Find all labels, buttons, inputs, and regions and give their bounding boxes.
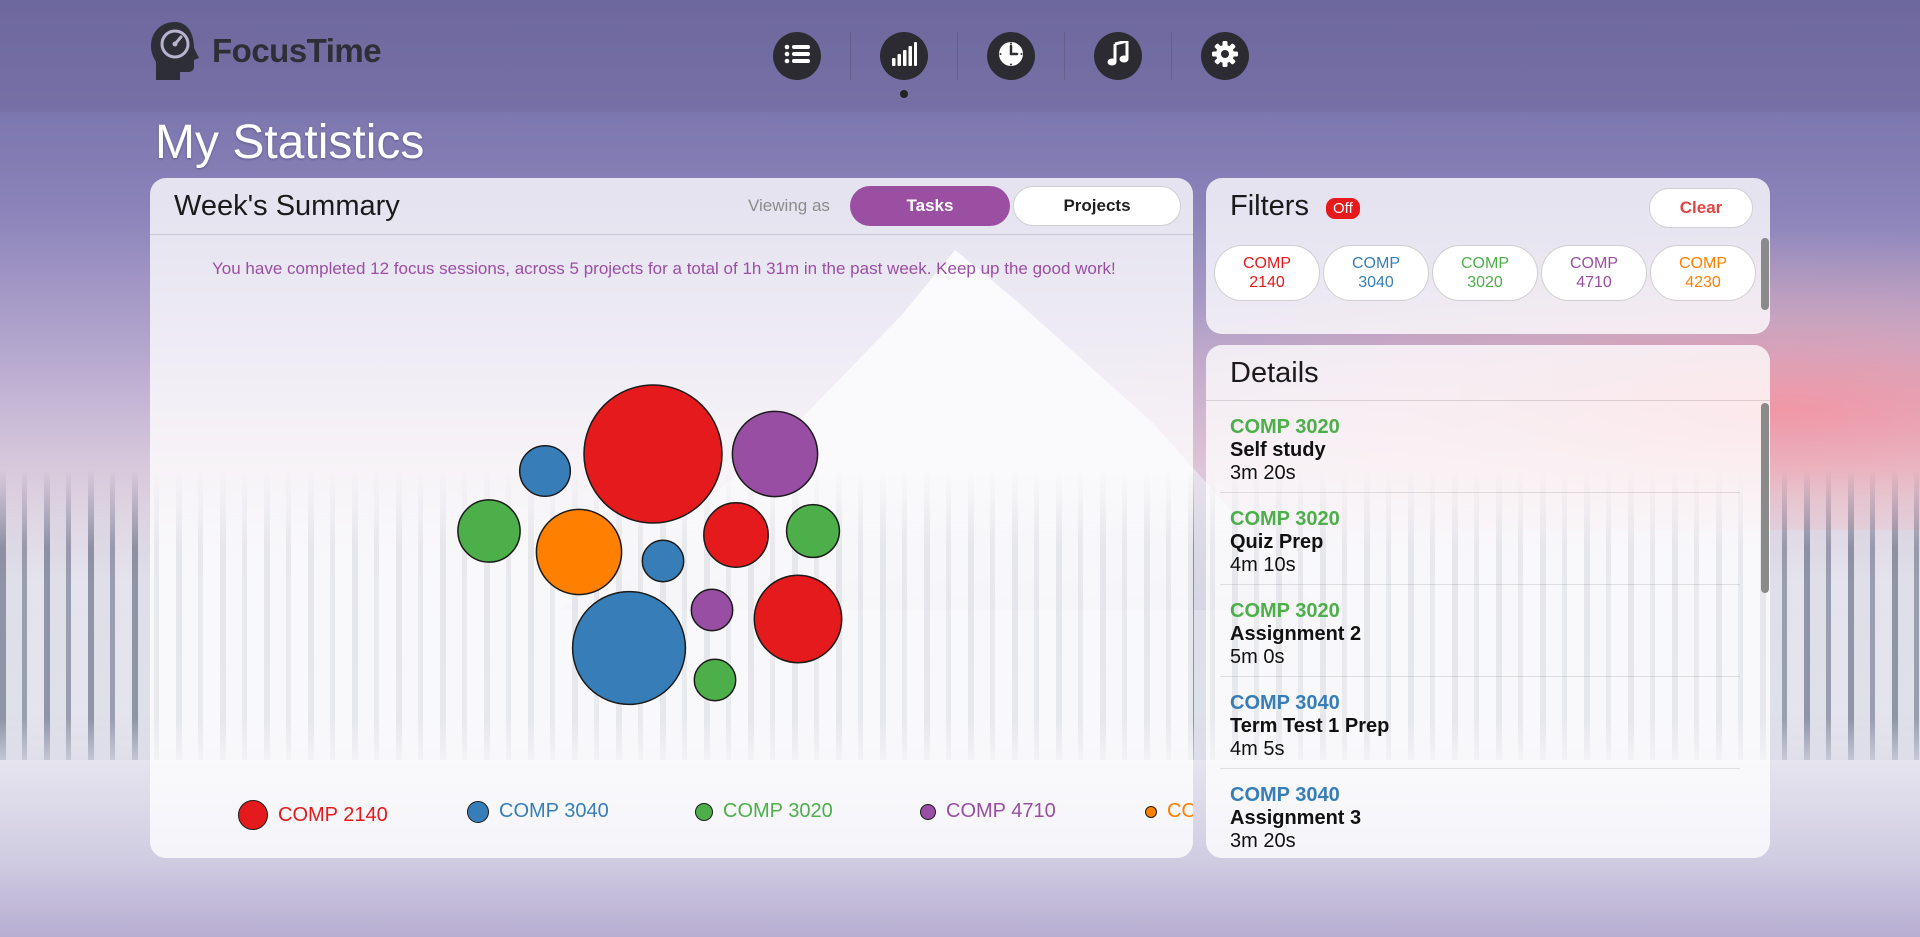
detail-task: Self study bbox=[1230, 439, 1326, 461]
detail-course: COMP 3020 bbox=[1230, 600, 1340, 622]
nav-statistics-button[interactable] bbox=[880, 32, 928, 80]
detail-task: Quiz Prep bbox=[1230, 531, 1324, 553]
legend-label: COMP 2140 bbox=[278, 803, 388, 826]
filter-chip-number: 4710 bbox=[1576, 274, 1612, 291]
chart-legend: COMP 2140 COMP 3040 COMP 3020 COMP 4710 COMP… bbox=[150, 790, 1193, 840]
detail-item[interactable]: COMP 3020 Assignment 2 5m 0s bbox=[1220, 585, 1740, 677]
filter-chip[interactable]: COMP 3040 bbox=[1323, 245, 1429, 301]
bubble-comp-3020[interactable] bbox=[457, 499, 521, 563]
legend-swatch bbox=[1145, 805, 1157, 818]
legend-item: COMP 3020 bbox=[695, 800, 833, 823]
detail-item[interactable]: COMP 3020 Quiz Prep 4m 10s bbox=[1220, 493, 1740, 585]
detail-item[interactable]: COMP 3040 Term Test 1 Prep 4m 5s bbox=[1220, 677, 1740, 769]
detail-course: COMP 3040 bbox=[1230, 784, 1340, 806]
detail-duration: 5m 0s bbox=[1230, 646, 1285, 668]
legend-item: COMP 4230 bbox=[1145, 800, 1193, 823]
filter-chip-number: 2140 bbox=[1249, 274, 1285, 291]
top-bar: FocusTime bbox=[0, 0, 1920, 112]
app-name: FocusTime bbox=[212, 32, 382, 69]
legend-label: COMP 3020 bbox=[723, 800, 833, 822]
nav-settings-button[interactable] bbox=[1201, 32, 1249, 80]
filters-panel: Filters Off Clear COMP 2140 COMP 3040 COMP 30… bbox=[1206, 178, 1770, 334]
detail-item[interactable]: COMP 3040 Assignment 3 3m 20s bbox=[1220, 769, 1740, 858]
legend-label: COMP 4710 bbox=[946, 800, 1056, 822]
music-note-icon bbox=[1107, 39, 1129, 71]
filter-chips: COMP 2140 COMP 3040 COMP 3020 COMP 4710 COMP 4230 bbox=[1214, 245, 1756, 301]
detail-task: Term Test 1 Prep bbox=[1230, 715, 1390, 737]
bubble-comp-4710[interactable] bbox=[690, 588, 734, 632]
bubble-comp-3040[interactable] bbox=[518, 444, 572, 498]
detail-duration: 4m 10s bbox=[1230, 554, 1296, 576]
detail-item[interactable]: COMP 3020 Self study 3m 20s bbox=[1220, 401, 1740, 493]
bubble-comp-2140[interactable] bbox=[703, 502, 769, 568]
legend-swatch bbox=[695, 802, 713, 821]
filter-chip-label: COMP bbox=[1679, 255, 1727, 272]
filter-chip[interactable]: COMP 4230 bbox=[1650, 245, 1756, 301]
bubble-comp-3020[interactable] bbox=[693, 658, 737, 702]
filter-chip-label: COMP bbox=[1352, 255, 1400, 272]
page-title: My Statistics bbox=[155, 116, 425, 169]
detail-course: COMP 3020 bbox=[1230, 416, 1340, 438]
head-gauge-icon bbox=[148, 20, 202, 82]
list-icon bbox=[784, 44, 810, 68]
details-title: Details bbox=[1230, 357, 1319, 389]
filter-chip[interactable]: COMP 3020 bbox=[1432, 245, 1538, 301]
detail-course: COMP 3040 bbox=[1230, 692, 1340, 714]
detail-task: Assignment 3 bbox=[1230, 807, 1362, 829]
legend-item: COMP 2140 bbox=[238, 800, 388, 830]
legend-swatch bbox=[238, 800, 268, 830]
bubble-comp-2140[interactable] bbox=[753, 574, 843, 664]
nav-item-music bbox=[1065, 32, 1171, 80]
bubble-chart bbox=[457, 384, 843, 706]
bubble-comp-3020[interactable] bbox=[785, 503, 841, 559]
filter-chip-number: 3020 bbox=[1467, 274, 1503, 291]
bubble-comp-3040[interactable] bbox=[571, 590, 687, 706]
details-panel: Details COMP 3020 Self study 3m 20s COMP 30… bbox=[1206, 345, 1770, 858]
bubble-comp-4230[interactable] bbox=[535, 508, 623, 596]
week-summary-panel: Week's Summary Viewing as Tasks Projects… bbox=[150, 178, 1193, 858]
details-header: Details bbox=[1206, 345, 1770, 401]
nav-item-statistics bbox=[851, 32, 957, 98]
details-list: COMP 3020 Self study 3m 20s COMP 3020 Quiz P… bbox=[1220, 401, 1740, 858]
detail-task: Assignment 2 bbox=[1230, 623, 1362, 645]
bubble-comp-3040[interactable] bbox=[641, 539, 685, 583]
legend-swatch bbox=[920, 803, 936, 820]
filter-chip-number: 4230 bbox=[1685, 274, 1721, 291]
nav-timer-button[interactable] bbox=[987, 32, 1035, 80]
filter-chip-label: COMP bbox=[1461, 255, 1509, 272]
legend-swatch bbox=[467, 800, 489, 823]
filter-status-badge: Off bbox=[1326, 198, 1360, 219]
bubble-comp-2140[interactable] bbox=[583, 384, 723, 524]
detail-duration: 3m 20s bbox=[1230, 830, 1296, 852]
clock-icon bbox=[997, 40, 1025, 72]
nav-music-button[interactable] bbox=[1094, 32, 1142, 80]
detail-course: COMP 3020 bbox=[1230, 508, 1340, 530]
legend-item: COMP 3040 bbox=[467, 800, 609, 823]
detail-duration: 4m 5s bbox=[1230, 738, 1285, 760]
filter-chip[interactable]: COMP 4710 bbox=[1541, 245, 1647, 301]
legend-label: COMP 4230 bbox=[1167, 800, 1193, 822]
filters-title: Filters bbox=[1230, 190, 1309, 222]
detail-duration: 3m 20s bbox=[1230, 462, 1296, 484]
active-indicator bbox=[900, 90, 908, 98]
legend-label: COMP 3040 bbox=[499, 800, 609, 822]
filters-scrollbar[interactable] bbox=[1761, 238, 1769, 310]
filter-chip-number: 3040 bbox=[1358, 274, 1394, 291]
details-scrollbar[interactable] bbox=[1761, 403, 1769, 593]
filter-chip-label: COMP bbox=[1243, 255, 1291, 272]
app-logo[interactable]: FocusTime bbox=[148, 20, 382, 82]
filter-chip[interactable]: COMP 2140 bbox=[1214, 245, 1320, 301]
clear-filters-button[interactable]: Clear bbox=[1649, 188, 1753, 228]
legend-item: COMP 4710 bbox=[920, 800, 1056, 823]
nav-item-timer bbox=[958, 32, 1064, 80]
filter-chip-label: COMP bbox=[1570, 255, 1618, 272]
nav-list-button[interactable] bbox=[773, 32, 821, 80]
bar-chart-icon bbox=[891, 42, 917, 70]
main-nav bbox=[744, 32, 1278, 98]
nav-item-settings bbox=[1172, 32, 1278, 80]
gear-icon bbox=[1211, 40, 1239, 72]
nav-item-list bbox=[744, 32, 850, 80]
bubble-comp-4710[interactable] bbox=[731, 410, 819, 498]
